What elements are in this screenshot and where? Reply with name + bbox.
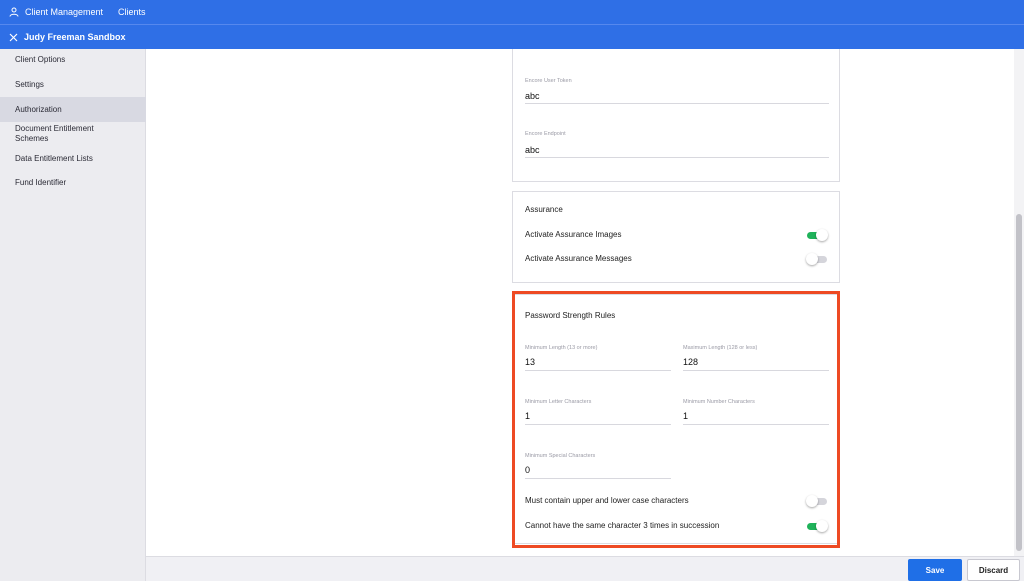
max-length-underline	[683, 370, 829, 371]
min-letter-label: Minimum Letter Characters	[525, 399, 592, 405]
min-length-underline	[525, 370, 671, 371]
assurance-title: Assurance	[525, 205, 563, 214]
min-special-label: Minimum Special Characters	[525, 453, 596, 459]
assurance-images-toggle[interactable]	[806, 229, 828, 241]
top-nav-bar: Client Management Clients	[0, 0, 1024, 24]
upper-lower-label: Must contain upper and lower case charac…	[525, 496, 689, 505]
encore-endpoint-underline	[525, 157, 829, 158]
sidebar: Client Options Settings Authorization Do…	[0, 49, 146, 581]
max-length-input[interactable]: 128	[683, 357, 698, 367]
sandbox-header: Judy Freeman Sandbox	[0, 24, 1024, 49]
sidebar-item-authorization[interactable]: Authorization	[0, 97, 146, 122]
assurance-messages-label: Activate Assurance Messages	[525, 254, 632, 263]
sidebar-item-data-entitlement-lists[interactable]: Data Entitlement Lists	[0, 154, 146, 166]
user-icon[interactable]	[8, 6, 20, 18]
max-length-label: Maximum Length (128 or less)	[683, 345, 758, 351]
encore-endpoint-label: Encore Endpoint	[525, 131, 566, 137]
min-length-label: Minimum Length (13 or more)	[525, 345, 598, 351]
nav-client-management[interactable]: Client Management	[25, 7, 103, 17]
footer-bar	[146, 556, 1024, 581]
min-special-underline	[525, 478, 671, 479]
min-length-input[interactable]: 13	[525, 357, 535, 367]
nav-clients[interactable]: Clients	[118, 7, 146, 17]
no-repeat-label: Cannot have the same character 3 times i…	[525, 521, 720, 530]
assurance-card: Assurance Activate Assurance Images Acti…	[512, 191, 840, 283]
sidebar-item-settings[interactable]: Settings	[0, 80, 146, 92]
scrollbar[interactable]	[1014, 49, 1024, 556]
sidebar-item-document-entitlement-schemes[interactable]: Document Entitlement Schemes	[0, 124, 120, 146]
min-number-underline	[683, 424, 829, 425]
scrollbar-thumb[interactable]	[1016, 214, 1022, 551]
sidebar-item-client-options[interactable]: Client Options	[0, 55, 146, 67]
main-content: Encore User Token abc Encore Endpoint ab…	[146, 49, 1014, 556]
min-number-input[interactable]: 1	[683, 411, 688, 421]
sandbox-title: Judy Freeman Sandbox	[24, 32, 126, 42]
encore-card: Encore User Token abc Encore Endpoint ab…	[512, 49, 840, 182]
min-letter-underline	[525, 424, 671, 425]
upper-lower-toggle[interactable]	[806, 495, 828, 507]
save-button[interactable]: Save	[908, 559, 962, 581]
assurance-images-label: Activate Assurance Images	[525, 230, 622, 239]
no-repeat-toggle[interactable]	[806, 520, 828, 532]
discard-button[interactable]: Discard	[967, 559, 1020, 581]
sidebar-item-fund-identifier[interactable]: Fund Identifier	[0, 178, 146, 190]
encore-user-token-underline	[525, 103, 829, 104]
encore-endpoint-input[interactable]: abc	[525, 145, 540, 155]
min-number-label: Minimum Number Characters	[683, 399, 755, 405]
min-letter-input[interactable]: 1	[525, 411, 530, 421]
encore-user-token-input[interactable]: abc	[525, 91, 540, 101]
password-strength-card: Password Strength Rules Minimum Length (…	[512, 294, 840, 544]
encore-user-token-label: Encore User Token	[525, 78, 572, 84]
close-icon[interactable]	[7, 31, 19, 43]
password-strength-title: Password Strength Rules	[525, 311, 616, 320]
min-special-input[interactable]: 0	[525, 465, 530, 475]
assurance-messages-toggle[interactable]	[806, 253, 828, 265]
